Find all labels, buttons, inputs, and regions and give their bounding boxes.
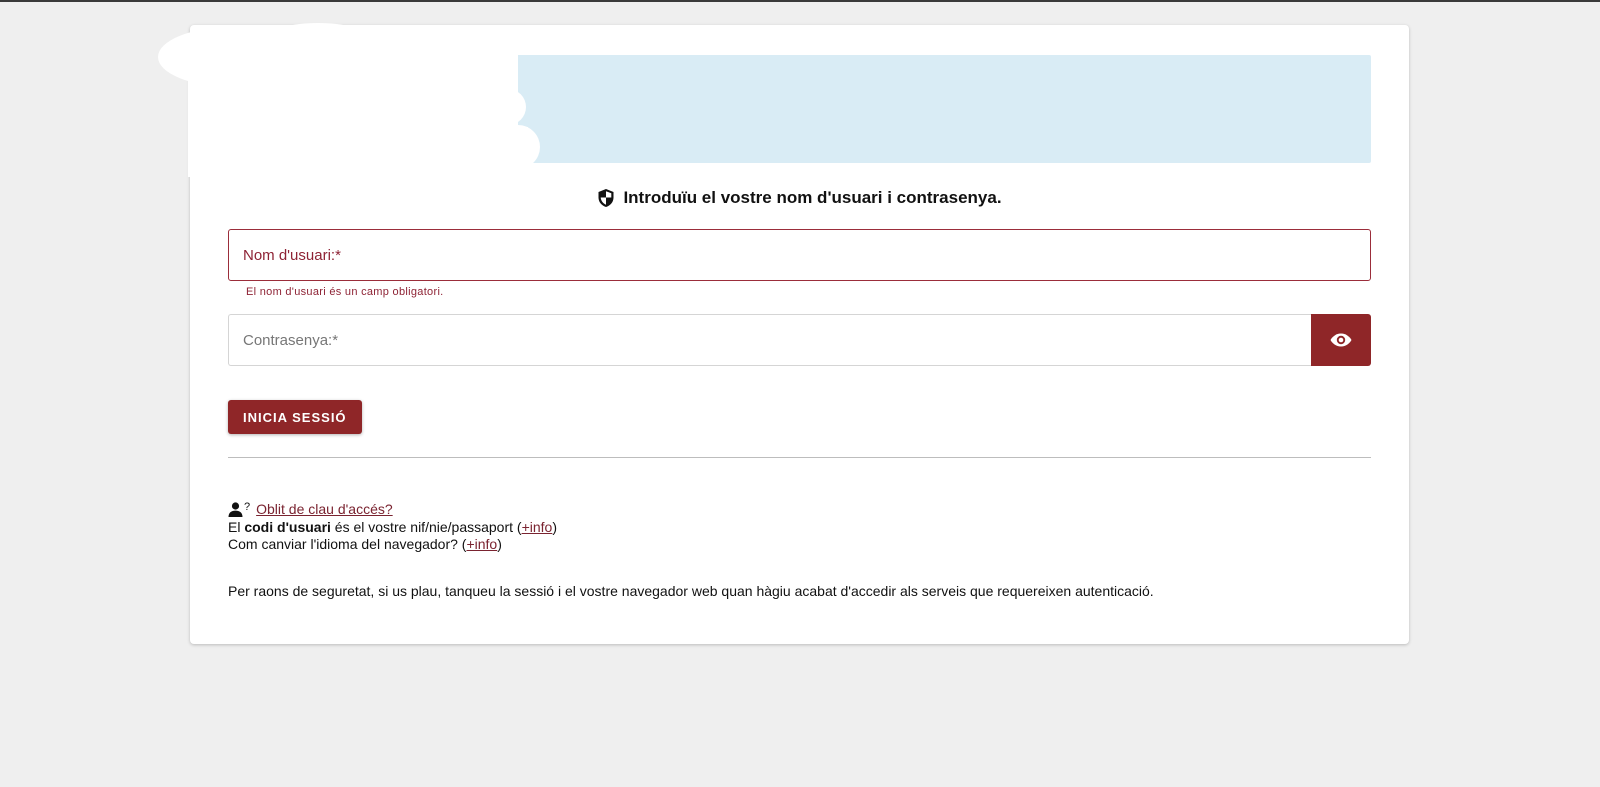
language-row: Com canviar l'idioma del navegador? ( +i… [228, 536, 557, 553]
user-code-prefix: El [228, 519, 245, 535]
user-code-info-link[interactable]: +info [522, 519, 553, 536]
username-error-message: El nom d'usuari és un camp obligatori. [246, 286, 444, 298]
divider [228, 457, 1371, 458]
language-prefix: Com canviar l'idioma del navegador? ( [228, 536, 467, 552]
form-heading: Introduïu el vostre nom d'usuari i contr… [228, 188, 1371, 208]
shield-icon [598, 189, 614, 207]
username-field-container [228, 229, 1371, 281]
language-info-link[interactable]: +info [466, 536, 497, 553]
password-field-container [228, 314, 1311, 366]
forgot-password-link[interactable]: Oblit de clau d'accés? [256, 501, 393, 518]
user-code-row: El codi d'usuari és el vostre nif/nie/pa… [228, 519, 557, 536]
user-code-suffix: és el vostre nif/nie/passaport ( [330, 519, 522, 535]
password-input[interactable] [229, 315, 1311, 365]
security-notice: Per raons de seguretat, si us plau, tanq… [228, 583, 1154, 599]
login-button[interactable]: INICIA SESSIÓ [228, 400, 362, 434]
heading-text: Introduïu el vostre nom d'usuari i contr… [623, 188, 1002, 207]
help-info: ? Oblit de clau d'accés? El codi d'usuar… [228, 501, 557, 553]
eye-icon [1330, 333, 1352, 347]
username-input[interactable] [229, 230, 1370, 280]
user-code-bold: codi d'usuari [244, 519, 331, 535]
toggle-password-visibility-button[interactable] [1311, 314, 1371, 366]
close-paren-1: ) [552, 519, 557, 535]
login-card: Introduïu el vostre nom d'usuari i contr… [158, 23, 1409, 644]
forgot-row: ? Oblit de clau d'accés? [228, 501, 557, 518]
close-paren-2: ) [497, 536, 502, 552]
top-rule [0, 0, 1600, 2]
redacted-logo [158, 23, 540, 177]
user-question-icon: ? [228, 502, 250, 517]
